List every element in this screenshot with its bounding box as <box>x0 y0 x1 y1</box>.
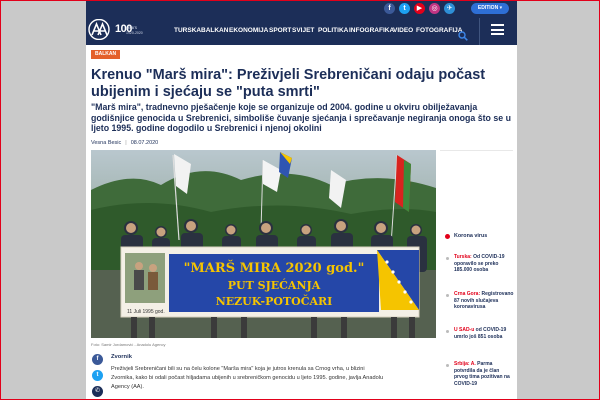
banner-line-1: "MARŠ MIRA 2020 god." <box>184 259 365 276</box>
banner-line-2: PUT SJEĆANJA <box>228 278 321 292</box>
article-lead: "Marš mira", tradnevno pješačenje koje s… <box>91 102 511 134</box>
sidebar-item-crna-gora[interactable]: Crna Gora: Registrovano 87 novih slučaje… <box>454 291 514 311</box>
sidebar-item-sad[interactable]: U SAD-u od COVID-19 umrlo još 851 osoba <box>454 327 514 340</box>
nav-fotografija[interactable]: FOTOGRAFIJA <box>416 27 462 34</box>
article-body: Preživjeli Srebreničani bili su na čelu … <box>111 366 384 390</box>
sidebar-title[interactable]: Korona virus <box>454 233 487 239</box>
sidebar-bullet-icon <box>446 330 449 333</box>
nav-balkan[interactable]: BALKAN <box>201 27 228 34</box>
sidebar-rule <box>440 150 513 151</box>
aa-logo-icon[interactable] <box>88 19 110 40</box>
banner-line-3: NEZUK-POTOČARI <box>216 294 333 308</box>
dateline: Zvornik <box>111 354 132 360</box>
site-header: 100 years 1920-2020 TURSKA BALKAN EKONOM… <box>86 15 517 45</box>
top-bar: f t ▶ ◎ ✈ EDITION ▾ <box>86 1 517 15</box>
hamburger-menu-icon[interactable] <box>491 24 504 35</box>
search-icon[interactable] <box>458 31 468 41</box>
byline: Vesna Besic | 08.07.2020 <box>91 140 159 146</box>
author-name[interactable]: Vesna Besic <box>91 140 121 146</box>
category-badge[interactable]: BALKAN <box>91 50 121 59</box>
corona-dot-icon <box>445 234 450 239</box>
sidebar-item-srbija[interactable]: Srbija: A. Parma potvrdila da je član pr… <box>454 361 514 388</box>
header-divider <box>479 18 480 45</box>
march-photo: "MARŠ MIRA 2020 god." PUT SJEĆANJA NEZUK… <box>91 150 436 338</box>
facebook-icon[interactable]: f <box>384 3 395 14</box>
browser-frame: f t ▶ ◎ ✈ EDITION ▾ 100 years 1920-2020 … <box>0 0 600 400</box>
nav-svijet[interactable]: SVIJET <box>292 27 314 34</box>
nav-video[interactable]: VIDEO <box>393 27 413 34</box>
news-page: f t ▶ ◎ ✈ EDITION ▾ 100 years 1920-2020 … <box>86 1 517 399</box>
nav-infografika[interactable]: INFOGRAFIKA <box>349 27 394 34</box>
banner-inset-text: 11 Juli 1995 god. <box>127 309 165 315</box>
publish-date: 08.07.2020 <box>130 140 159 146</box>
logo-dates: 1920-2020 <box>126 31 143 35</box>
share-whatsapp-icon[interactable]: ✆ <box>92 386 103 397</box>
nav-politika[interactable]: POLITIKA <box>318 27 348 34</box>
sidebar-bullet-icon <box>446 294 449 297</box>
sidebar-bullet-icon <box>446 364 449 367</box>
edition-dropdown[interactable]: EDITION ▾ <box>471 3 509 14</box>
sidebar-item-turska[interactable]: Turska: Od COVID-19 oporavilo se preko 1… <box>454 254 514 274</box>
article-headline: Krenuo "Marš mira": Preživjeli Srebrenič… <box>91 67 486 100</box>
youtube-icon[interactable]: ▶ <box>414 3 425 14</box>
logo-years: years <box>126 25 138 30</box>
sidebar-bullet-icon <box>446 257 449 260</box>
share-facebook-icon[interactable]: f <box>92 354 103 365</box>
nav-turska[interactable]: TURSKA <box>174 27 201 34</box>
share-twitter-icon[interactable]: t <box>92 370 103 381</box>
article-photo: "MARŠ MIRA 2020 god." PUT SJEĆANJA NEZUK… <box>91 150 436 338</box>
instagram-icon[interactable]: ◎ <box>429 3 440 14</box>
twitter-icon[interactable]: t <box>399 3 410 14</box>
photo-caption: Foto: Samir Jordamović - Anadolu Agency <box>91 342 166 347</box>
nav-ekonomija[interactable]: EKONOMIJA <box>229 27 268 34</box>
nav-sport[interactable]: SPORT <box>269 27 291 34</box>
telegram-icon[interactable]: ✈ <box>444 3 455 14</box>
